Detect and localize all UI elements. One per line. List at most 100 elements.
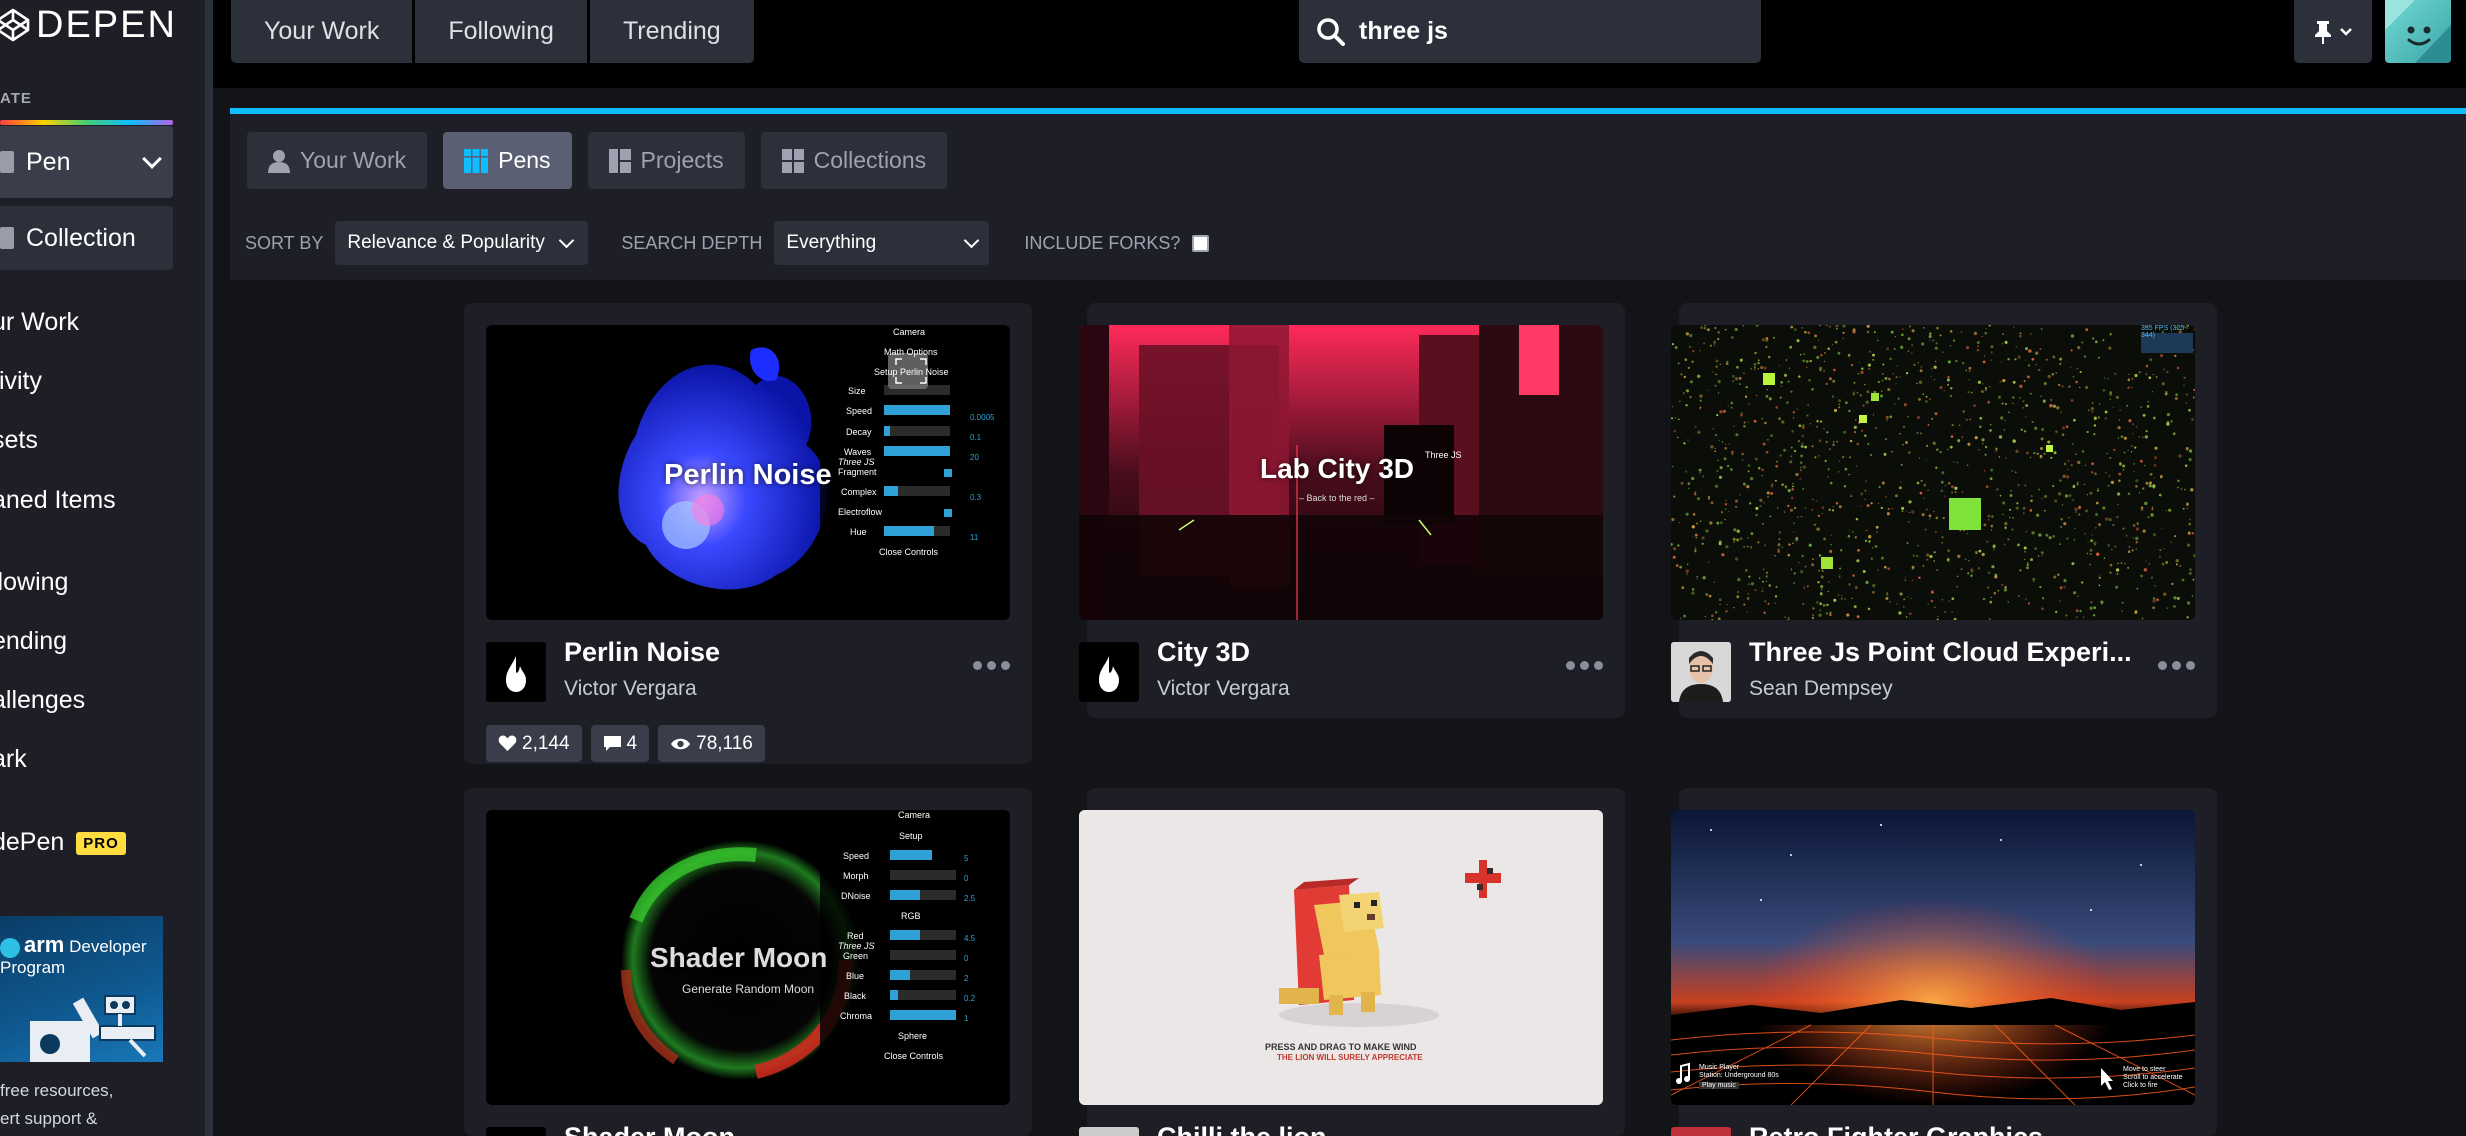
- preview-tag: Three JS: [1425, 450, 1462, 460]
- like-count: 2,144: [522, 732, 570, 754]
- author-avatar[interactable]: [1079, 1127, 1139, 1136]
- gui-value: 0.1: [970, 433, 982, 442]
- sidebar-item-codepen-pro[interactable]: dePen PRO: [0, 828, 126, 857]
- chevron-down-icon: [558, 232, 575, 248]
- sidebar: DEPEN ATE Pen Collection ur Work tivity …: [0, 0, 205, 1136]
- pen-preview[interactable]: Shader Moon Generate Random Moon Camera …: [486, 810, 1010, 1105]
- sponsor-ad[interactable]: arm Developer Program: [0, 916, 163, 1062]
- author-avatar[interactable]: [1671, 1127, 1731, 1136]
- gui-close-controls[interactable]: Close Controls: [884, 1051, 943, 1061]
- gui-row-complex: Complex: [841, 487, 877, 497]
- gui-row-speed: Speed: [843, 851, 870, 861]
- tab-pens[interactable]: Pens: [443, 132, 572, 189]
- tab-your-work-label: Your Work: [300, 147, 407, 173]
- search-input[interactable]: three js: [1299, 0, 1761, 63]
- more-options-button[interactable]: [973, 661, 1010, 670]
- author-avatar[interactable]: [486, 1127, 546, 1136]
- gui-row-hue: Hue: [850, 527, 867, 537]
- pen-preview[interactable]: PRESS AND DRAG TO MAKE WIND THE LION WIL…: [1079, 810, 1603, 1105]
- sidebar-item-pinned-items[interactable]: aned Items: [0, 486, 116, 515]
- preview-title: Perlin Noise: [664, 459, 832, 491]
- sidebar-item-your-work[interactable]: ur Work: [0, 308, 79, 337]
- pen-title[interactable]: Shader Moon: [564, 1122, 735, 1136]
- search-depth-select[interactable]: Everything: [774, 221, 990, 265]
- pen-title[interactable]: Three Js Point Cloud Experi...: [1749, 637, 2132, 668]
- sidebar-item-activity[interactable]: tivity: [0, 367, 42, 396]
- gui-row-speed: Speed: [846, 406, 873, 416]
- pen-icon: [0, 151, 14, 173]
- accent-bar: [230, 108, 2466, 114]
- pen-title[interactable]: Chilli the lion: [1157, 1122, 1327, 1136]
- preview-title: Lab City 3D: [1260, 453, 1415, 484]
- pen-title[interactable]: Retro Fighter Graphics: [1749, 1122, 2043, 1136]
- sidebar-scrollbar[interactable]: [205, 0, 213, 1136]
- sort-select-value: Relevance & Popularity: [347, 232, 545, 253]
- gui-close-controls[interactable]: Close Controls: [879, 547, 938, 557]
- pen-author[interactable]: Sean Dempsey: [1749, 677, 1893, 701]
- gui-value: 0.2: [964, 994, 976, 1003]
- tab-your-work[interactable]: Your Work: [231, 0, 413, 63]
- sort-select[interactable]: Relevance & Popularity: [335, 221, 589, 265]
- projects-icon: [608, 148, 631, 173]
- codepen-logo-icon: [0, 8, 30, 42]
- collection-icon: [0, 227, 14, 249]
- tab-projects-label: Projects: [640, 147, 724, 173]
- more-options-button[interactable]: [1566, 661, 1603, 670]
- gui-row-blue: Blue: [846, 971, 865, 981]
- new-collection-button[interactable]: Collection: [0, 206, 173, 270]
- gui-row-black: Black: [844, 991, 867, 1001]
- pen-preview[interactable]: Perlin Noise Camera Math Options Setup P…: [486, 325, 1010, 620]
- music-player-label: Music Player: [1699, 1064, 1740, 1071]
- pen-preview[interactable]: Music Player Station: Underground 80s Pl…: [1671, 810, 2195, 1105]
- tab-trending[interactable]: Trending: [589, 0, 754, 63]
- chevron-down-icon: [964, 232, 980, 248]
- sidebar-item-assets[interactable]: sets: [0, 426, 38, 455]
- sidebar-item-trending[interactable]: ending: [0, 627, 67, 656]
- views-stat: 78,116: [658, 725, 765, 762]
- chevron-down-icon[interactable]: [142, 149, 162, 169]
- new-pen-label: Pen: [26, 147, 71, 176]
- pro-badge: PRO: [76, 831, 126, 855]
- pen-title[interactable]: City 3D: [1157, 637, 1250, 668]
- play-music-button[interactable]: Play music: [1699, 1082, 1739, 1089]
- codepen-pro-label: dePen: [0, 828, 65, 856]
- preview-instruction-sub: THE LION WILL SURELY APPRECIATE: [1277, 1053, 1423, 1062]
- pinned-items-button[interactable]: [2294, 0, 2372, 63]
- sidebar-item-challenges[interactable]: allenges: [0, 686, 85, 715]
- gui-value: 0: [964, 874, 969, 883]
- new-pen-button[interactable]: Pen: [0, 126, 173, 198]
- comments-button[interactable]: 4: [590, 725, 650, 762]
- user-avatar[interactable]: [2385, 0, 2451, 63]
- sidebar-item-spark[interactable]: ark: [0, 745, 27, 774]
- gui-row-size: Size: [848, 386, 866, 396]
- sort-by-label: SORT BY: [245, 232, 324, 253]
- author-avatar[interactable]: [1079, 642, 1139, 702]
- gui-value: 0.0005: [970, 413, 995, 422]
- flame-icon: [1099, 656, 1119, 692]
- pen-author[interactable]: Victor Vergara: [564, 677, 697, 701]
- gui-math-options: Math Options: [884, 347, 938, 357]
- search-value: three js: [1359, 17, 1448, 45]
- include-forks-checkbox[interactable]: [1192, 234, 1210, 252]
- codepen-logo[interactable]: DEPEN: [0, 0, 177, 50]
- gui-value: 0: [964, 954, 969, 963]
- sidebar-item-following[interactable]: llowing: [0, 568, 68, 597]
- search-icon: [1317, 17, 1345, 46]
- author-avatar[interactable]: [1671, 642, 1731, 702]
- gui-camera: Camera: [893, 327, 926, 337]
- pen-title[interactable]: Perlin Noise: [564, 637, 720, 668]
- tab-following[interactable]: Following: [415, 0, 587, 63]
- help-steer: Move to steer: [2123, 1066, 2166, 1073]
- author-avatar[interactable]: [486, 642, 546, 702]
- pen-preview[interactable]: Lab City 3D – Back to the red – Three JS: [1079, 325, 1603, 620]
- point-cloud-preview-icon: [1671, 325, 2195, 620]
- tab-collections[interactable]: Collections: [760, 132, 948, 189]
- like-button[interactable]: 2,144: [486, 725, 582, 762]
- help-fire: Click to fire: [2123, 1082, 2158, 1089]
- tab-your-work-filter[interactable]: Your Work: [247, 132, 428, 189]
- pen-preview[interactable]: 335 FPS (325-344): [1671, 325, 2195, 620]
- gui-value: 5: [964, 854, 969, 863]
- more-options-button[interactable]: [2158, 661, 2195, 670]
- pen-author[interactable]: Victor Vergara: [1157, 677, 1290, 701]
- tab-projects[interactable]: Projects: [587, 132, 745, 189]
